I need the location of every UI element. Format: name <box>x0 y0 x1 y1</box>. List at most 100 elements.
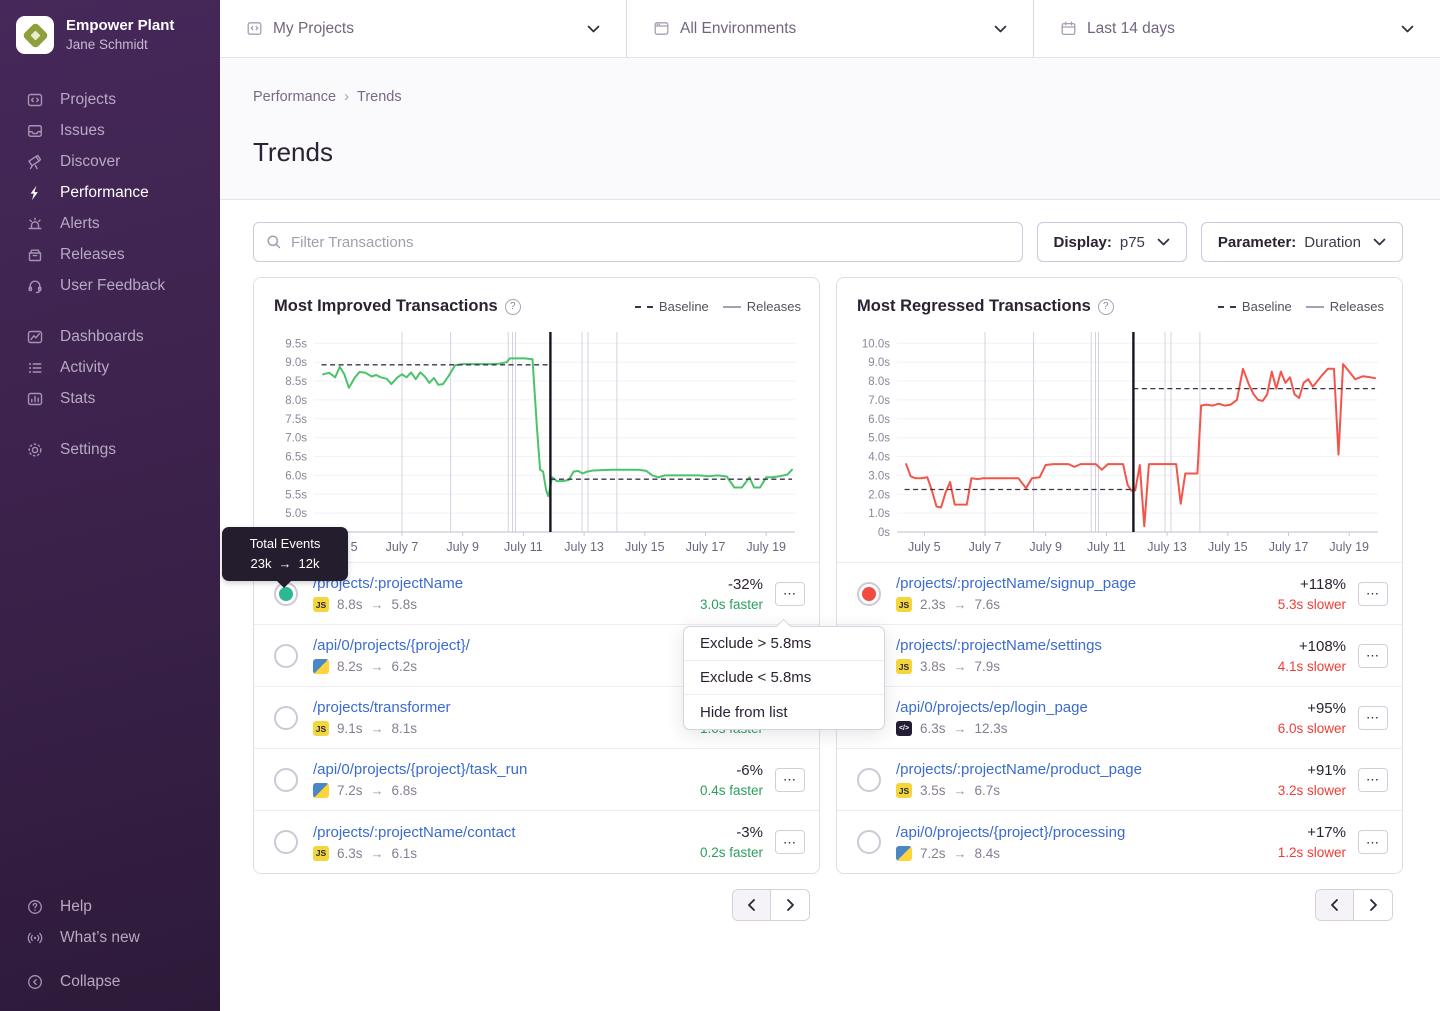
transaction-radio[interactable] <box>274 706 298 730</box>
topbar: My Projects All Environments Last 14 day… <box>220 0 1440 58</box>
date-range-selector[interactable]: Last 14 days <box>1034 0 1440 57</box>
sidebar-item-performance[interactable]: Performance <box>0 177 220 208</box>
question-mark-icon[interactable]: ? <box>1098 299 1114 315</box>
sidebar-item-releases[interactable]: Releases <box>0 239 220 270</box>
display-label: Display: <box>1054 234 1112 251</box>
row-actions-button[interactable]: ⋯ <box>1358 768 1388 792</box>
question-mark-icon[interactable]: ? <box>505 299 521 315</box>
sidebar-item-collapse[interactable]: Collapse <box>0 966 220 997</box>
transaction-radio[interactable] <box>857 830 881 854</box>
baseline-legend-icon <box>635 306 653 308</box>
releases-legend-icon <box>1306 306 1324 308</box>
org-switcher[interactable]: Empower Plant Jane Schmidt <box>0 0 220 54</box>
platform-icon: </> <box>896 721 912 736</box>
transaction-link[interactable]: /api/0/projects/{project}/processing <box>896 824 1268 841</box>
row-actions-button[interactable]: ⋯ <box>1358 830 1388 854</box>
arrow-right-icon: → <box>954 597 967 612</box>
display-value: p75 <box>1120 234 1145 251</box>
page-title: Trends <box>253 137 1403 168</box>
trend-panels: Most Improved Transactions ? Baseline Re… <box>253 277 1403 874</box>
environment-selector-label: All Environments <box>680 20 984 38</box>
search-input[interactable] <box>291 234 1010 251</box>
environments-icon <box>653 20 670 37</box>
transaction-link[interactable]: /projects/:projectName <box>313 575 690 592</box>
page-header: Performance › Trends Trends <box>220 58 1440 200</box>
svg-text:July 13: July 13 <box>1147 540 1187 554</box>
sidebar-item-help[interactable]: Help <box>0 891 220 922</box>
sidebar-item-projects[interactable]: Projects <box>0 84 220 115</box>
transaction-link[interactable]: /api/0/projects/{project}/task_run <box>313 761 690 778</box>
ellipsis-icon: ⋯ <box>1366 711 1380 724</box>
ellipsis-icon: ⋯ <box>1366 587 1380 600</box>
transaction-radio[interactable] <box>857 582 881 606</box>
alerts-icon <box>25 214 44 233</box>
transaction-link[interactable]: /projects/transformer <box>313 699 690 716</box>
trend-delta: 0.4s faster <box>700 783 763 798</box>
ellipsis-icon: ⋯ <box>1366 773 1380 786</box>
sidebar-item-user-feedback[interactable]: User Feedback <box>0 270 220 301</box>
transaction-radio[interactable] <box>274 768 298 792</box>
trend-percent: -3% <box>700 824 763 841</box>
transaction-link[interactable]: /api/0/projects/ep/login_page <box>896 699 1268 716</box>
transaction-link[interactable]: /projects/:projectName/settings <box>896 637 1268 654</box>
org-user: Jane Schmidt <box>66 36 174 54</box>
row-actions-button[interactable]: ⋯ <box>775 768 805 792</box>
org-name: Empower Plant <box>66 17 174 36</box>
sidebar-item-alerts[interactable]: Alerts <box>0 208 220 239</box>
menu-item-hide-from-list[interactable]: Hide from list <box>684 695 884 729</box>
transaction-row: /api/0/projects/{project}/processing 7.2… <box>837 811 1402 873</box>
arrow-right-icon: → <box>279 556 292 571</box>
sidebar-item-whats-new[interactable]: What’s new <box>0 922 220 953</box>
breadcrumb-performance[interactable]: Performance <box>253 89 336 105</box>
environment-selector[interactable]: All Environments <box>627 0 1034 57</box>
previous-page-button[interactable] <box>1316 890 1354 920</box>
transaction-radio[interactable] <box>274 644 298 668</box>
svg-text:9.0s: 9.0s <box>285 357 307 369</box>
trend-delta: 4.1s slower <box>1278 659 1346 674</box>
transaction-link[interactable]: /projects/:projectName/contact <box>313 824 690 841</box>
svg-text:July 11: July 11 <box>504 540 543 554</box>
sidebar-footer: Help What’s new Collapse <box>0 891 220 997</box>
row-actions-button[interactable]: ⋯ <box>775 830 805 854</box>
sidebar-item-issues[interactable]: Issues <box>0 115 220 146</box>
panel-header: Most Regressed Transactions ? Baseline R… <box>837 278 1402 322</box>
baseline-legend-icon <box>1218 306 1236 308</box>
transaction-filter <box>253 222 1023 262</box>
sidebar-item-settings[interactable]: Settings <box>0 434 220 465</box>
svg-text:July 7: July 7 <box>386 540 419 554</box>
project-selector[interactable]: My Projects <box>220 0 627 57</box>
sidebar-item-stats[interactable]: Stats <box>0 383 220 414</box>
transaction-radio[interactable] <box>857 768 881 792</box>
improved-trend-chart[interactable]: 5.0s5.5s6.0s6.5s7.0s7.5s8.0s8.5s9.0s9.5s… <box>254 322 819 562</box>
transaction-radio[interactable] <box>274 830 298 854</box>
performance-icon <box>25 183 44 202</box>
ellipsis-icon: ⋯ <box>1366 649 1380 662</box>
transaction-context-menu: Exclude > 5.8ms Exclude < 5.8ms Hide fro… <box>683 626 885 730</box>
panel-header: Most Improved Transactions ? Baseline Re… <box>254 278 819 322</box>
next-page-button[interactable] <box>1354 890 1392 920</box>
transaction-row: /api/0/projects/{project}/task_run 7.2s→… <box>254 749 819 811</box>
svg-text:July 19: July 19 <box>1329 540 1369 554</box>
next-page-button[interactable] <box>771 890 809 920</box>
menu-item-exclude-less[interactable]: Exclude < 5.8ms <box>684 661 884 695</box>
sidebar-item-activity[interactable]: Activity <box>0 352 220 383</box>
releases-legend-icon <box>723 306 741 308</box>
row-actions-button[interactable]: ⋯ <box>775 582 805 606</box>
transaction-link[interactable]: /projects/:projectName/product_page <box>896 761 1268 778</box>
parameter-dropdown[interactable]: Parameter: Duration <box>1201 222 1403 262</box>
ellipsis-icon: ⋯ <box>783 836 797 849</box>
transaction-link[interactable]: /projects/:projectName/signup_page <box>896 575 1268 592</box>
regressed-trend-chart[interactable]: 0s1.0s2.0s3.0s4.0s5.0s6.0s7.0s8.0s9.0s10… <box>837 322 1402 562</box>
row-actions-button[interactable]: ⋯ <box>1358 706 1388 730</box>
help-icon <box>25 897 44 916</box>
svg-text:6.0s: 6.0s <box>285 470 307 482</box>
svg-text:July 13: July 13 <box>564 540 604 554</box>
display-dropdown[interactable]: Display: p75 <box>1037 222 1187 262</box>
previous-page-button[interactable] <box>733 890 771 920</box>
sidebar-item-dashboards[interactable]: Dashboards <box>0 321 220 352</box>
arrow-right-icon: → <box>371 597 384 612</box>
row-actions-button[interactable]: ⋯ <box>1358 644 1388 668</box>
row-actions-button[interactable]: ⋯ <box>1358 582 1388 606</box>
sidebar: Empower Plant Jane Schmidt Projects Issu… <box>0 0 220 1011</box>
sidebar-item-discover[interactable]: Discover <box>0 146 220 177</box>
